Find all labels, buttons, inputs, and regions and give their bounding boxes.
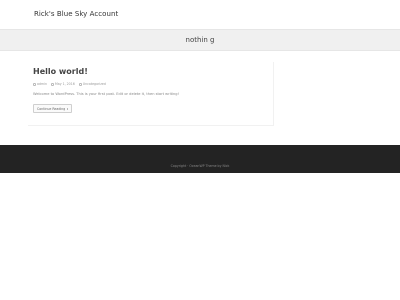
meta-date: May 1, 2016 — [51, 82, 75, 86]
post-title[interactable]: Hello world! — [33, 67, 88, 76]
content-area: Hello world! admin May 1, 2016 Uncategor… — [28, 62, 274, 126]
continue-reading-button[interactable]: Continue Reading — [33, 104, 73, 113]
arrow-right-icon — [67, 107, 69, 110]
continue-reading-label: Continue Reading — [37, 106, 66, 111]
site-header: Rick's Blue Sky Account — [0, 0, 400, 29]
post-meta: admin May 1, 2016 Uncategorized — [33, 82, 106, 86]
meta-author-label: admin — [37, 82, 47, 86]
meta-category[interactable]: Uncategorized — [78, 82, 106, 86]
folder-icon — [78, 82, 82, 86]
meta-date-label: May 1, 2016 — [55, 82, 75, 86]
meta-category-label: Uncategorized — [82, 82, 106, 86]
user-icon — [33, 82, 36, 86]
page-title: nothin g — [185, 36, 215, 44]
page-banner: nothin g — [0, 29, 400, 51]
meta-author[interactable]: admin — [33, 82, 47, 86]
site-title[interactable]: Rick's Blue Sky Account — [34, 10, 118, 18]
post-card: Hello world! admin May 1, 2016 Uncategor… — [28, 62, 274, 126]
footer-copyright: Copyright · OceanWP Theme by Nick — [170, 164, 230, 168]
calendar-icon — [51, 82, 54, 86]
site-footer: Copyright · OceanWP Theme by Nick — [0, 145, 400, 173]
post-excerpt: Welcome to WordPress. This is your first… — [33, 92, 179, 96]
